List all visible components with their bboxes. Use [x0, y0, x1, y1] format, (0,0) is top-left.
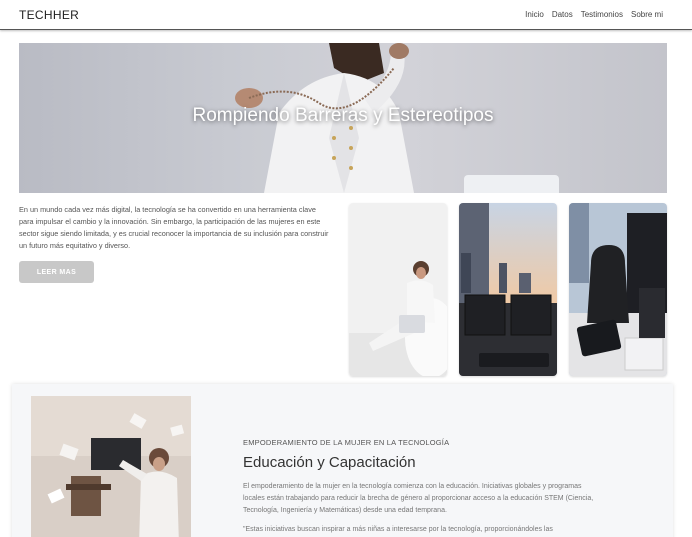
hero-title: Rompiendo Barreras y Estereotipos	[192, 105, 494, 126]
section-paragraph: El empoderamiento de la mujer en la tecn…	[243, 483, 594, 514]
section-quote: "Estas iniciativas buscan inspirar a más…	[243, 526, 553, 533]
woman-flying-papers-photo	[31, 396, 191, 537]
nav-link-sobre-mi[interactable]: Sobre mi	[631, 10, 663, 19]
read-more-button[interactable]: LEER MAS	[19, 261, 94, 283]
image-card-office-window[interactable]	[459, 203, 557, 376]
office-window-photo	[459, 203, 557, 376]
nav-links: Inicio Datos Testimonios Sobre mi	[525, 10, 663, 19]
image-card-woman-laptop[interactable]	[349, 203, 447, 376]
desk-bag-photo	[569, 203, 667, 376]
brand-logo[interactable]: TECHHER	[19, 8, 79, 22]
intro-paragraph: En un mundo cada vez más digital, la tec…	[19, 205, 329, 250]
nav-link-inicio[interactable]: Inicio	[525, 10, 544, 19]
hero-banner: Rompiendo Barreras y Estereotipos	[19, 43, 667, 193]
navbar: TECHHER Inicio Datos Testimonios Sobre m…	[0, 0, 692, 30]
nav-link-datos[interactable]: Datos	[552, 10, 573, 19]
image-card-desk-bag[interactable]	[569, 203, 667, 376]
woman-laptop-photo	[349, 203, 447, 376]
laptop-shape	[464, 175, 559, 193]
section-eyebrow: EMPODERAMIENTO DE LA MUJER EN LA TECNOLO…	[243, 438, 450, 447]
section-title: Educación y Capacitación	[243, 454, 416, 471]
section-photo	[31, 396, 191, 537]
nav-link-testimonios[interactable]: Testimonios	[581, 10, 623, 19]
